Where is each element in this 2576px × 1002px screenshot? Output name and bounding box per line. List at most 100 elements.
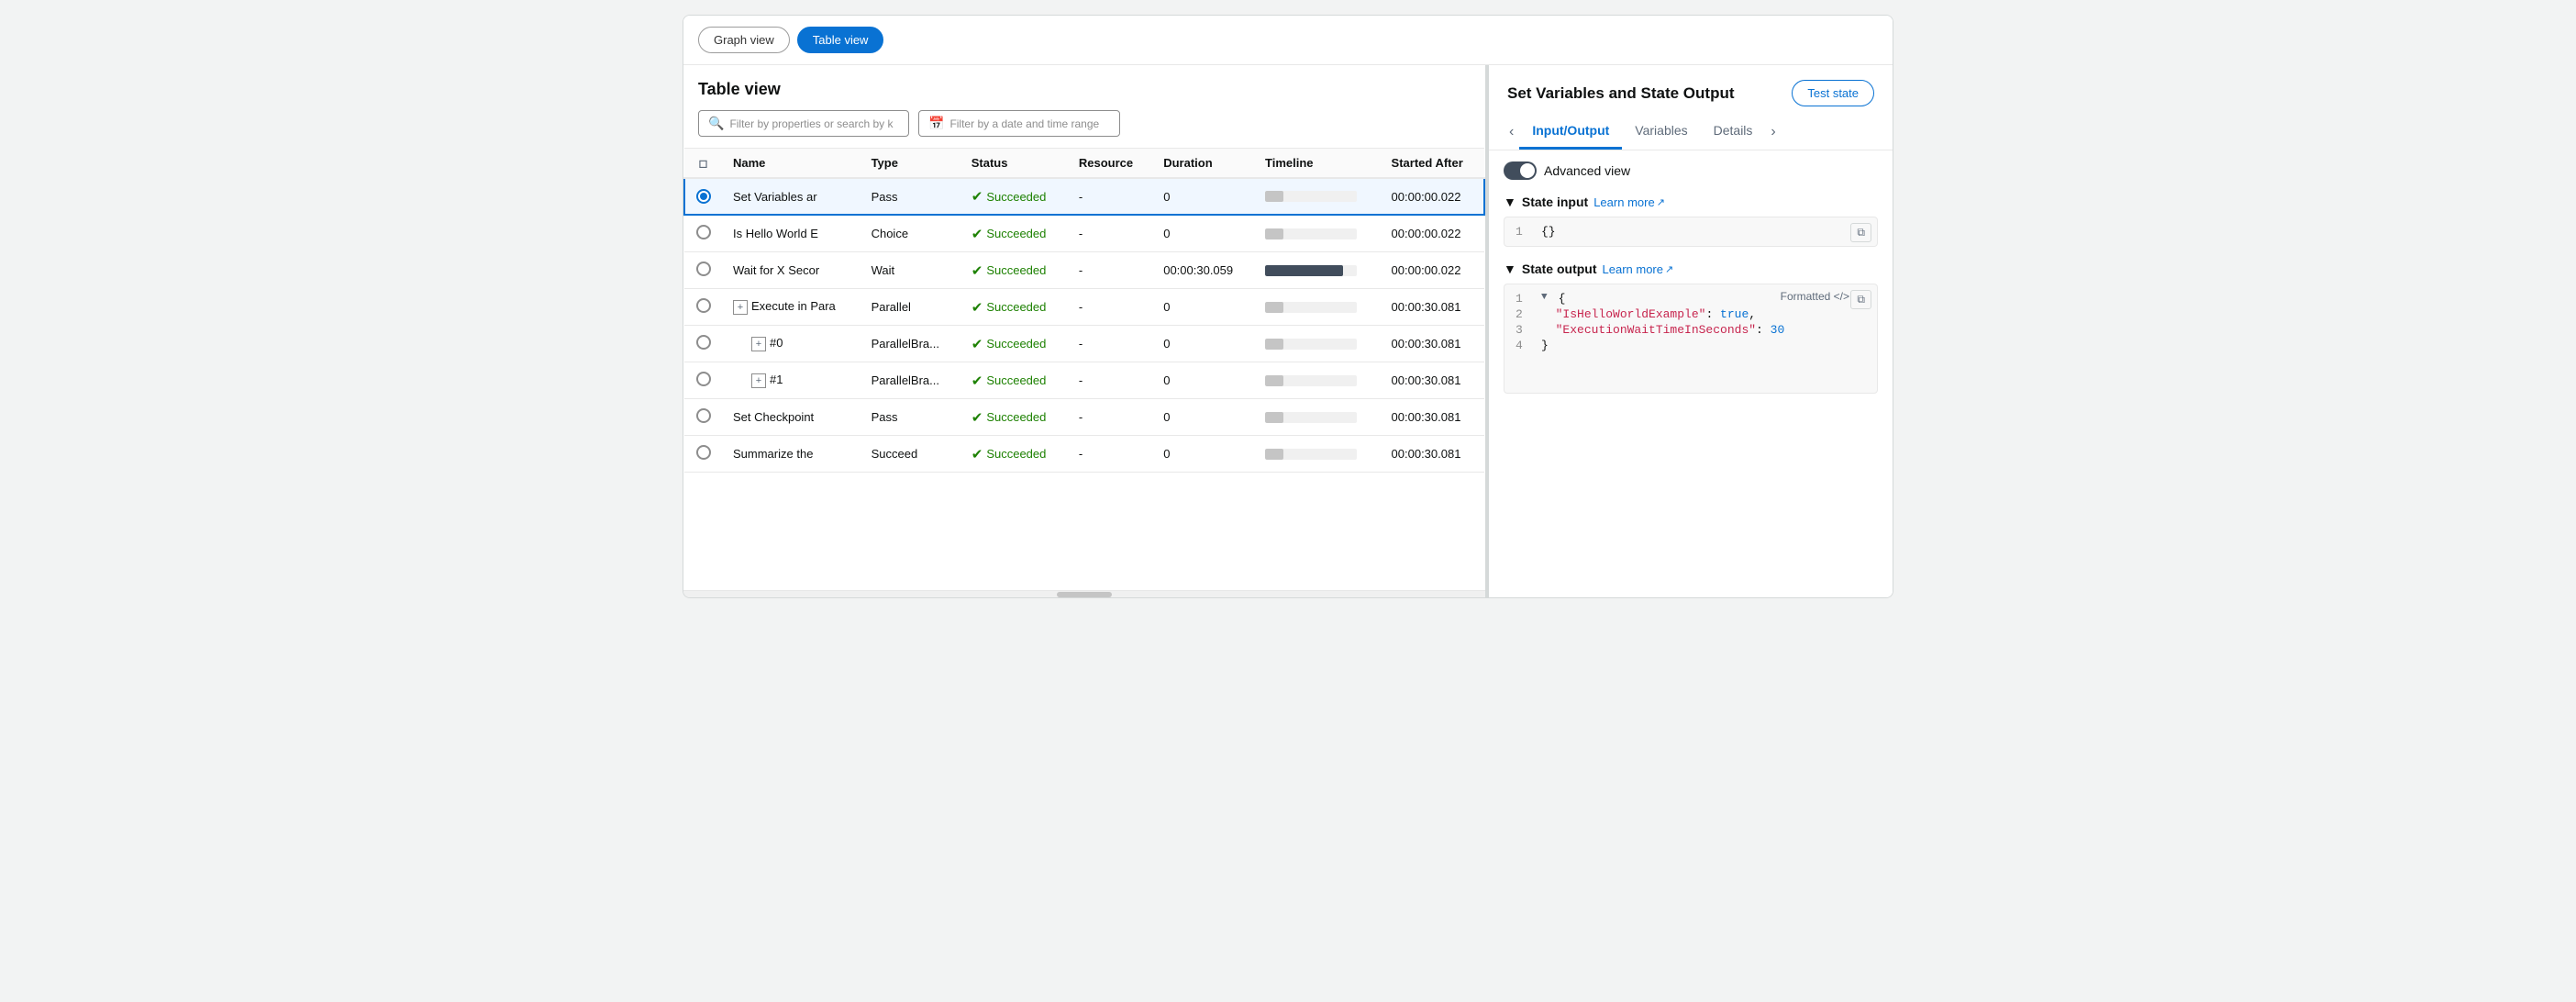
state-input-triangle: ▼ (1504, 195, 1516, 209)
col-duration[interactable]: Duration (1152, 149, 1254, 179)
expand-icon[interactable]: + (733, 300, 748, 315)
main-container: Graph view Table view Table view 🔍 Filte… (683, 15, 1893, 598)
row-duration: 0 (1152, 399, 1254, 436)
row-radio[interactable] (684, 178, 722, 215)
state-output-line-4: 4 } (1516, 339, 1866, 352)
row-type: Parallel (861, 289, 960, 326)
left-panel: Table view 🔍 Filter by properties or sea… (683, 65, 1487, 597)
row-radio[interactable] (684, 215, 722, 252)
row-radio[interactable] (684, 289, 722, 326)
state-output-triangle: ▼ (1504, 262, 1516, 276)
row-started-after: 00:00:30.081 (1381, 362, 1484, 399)
top-toolbar: Graph view Table view (683, 16, 1893, 65)
external-link-icon: ↗ (1657, 196, 1665, 208)
bottom-scrollbar[interactable] (683, 590, 1485, 597)
state-input-copy-button[interactable]: ⧉ (1850, 223, 1871, 242)
col-name[interactable]: Name (722, 149, 861, 179)
row-type: Pass (861, 178, 960, 215)
header-checkbox-icon: ◻ (699, 157, 708, 170)
col-resource[interactable]: Resource (1068, 149, 1152, 179)
row-radio[interactable] (684, 436, 722, 473)
row-status: ✔Succeeded (960, 362, 1068, 399)
data-table: ◻ Name Type Status Resource Duration Tim… (683, 148, 1485, 473)
table-view-button[interactable]: Table view (797, 27, 884, 53)
state-output-copy-button[interactable]: ⧉ (1850, 290, 1871, 309)
row-name: Summarize the (722, 436, 861, 473)
row-started-after: 00:00:00.022 (1381, 252, 1484, 289)
row-duration: 0 (1152, 326, 1254, 362)
row-resource: - (1068, 436, 1152, 473)
table-row[interactable]: +#1ParallelBra...✔Succeeded-000:00:30.08… (684, 362, 1484, 399)
table-row[interactable]: Summarize theSucceed✔Succeeded-0 00:00:30… (684, 436, 1484, 473)
search-filter[interactable]: 🔍 Filter by properties or search by k (698, 110, 909, 137)
row-duration: 0 (1152, 362, 1254, 399)
table-row[interactable]: +Execute in ParaParallel✔Succeeded-000:0… (684, 289, 1484, 326)
state-output-learn-more[interactable]: Learn more ↗ (1603, 262, 1674, 276)
row-status: ✔Succeeded (960, 215, 1068, 252)
advanced-view-row: Advanced view (1504, 161, 1878, 180)
table-row[interactable]: Is Hello World EChoice✔Succeeded-000:00:… (684, 215, 1484, 252)
row-resource: - (1068, 215, 1152, 252)
table-row[interactable]: Set Variables arPass✔Succeeded-000:00:00… (684, 178, 1484, 215)
advanced-view-toggle[interactable] (1504, 161, 1537, 180)
row-radio[interactable] (684, 399, 722, 436)
row-status: ✔Succeeded (960, 436, 1068, 473)
row-timeline (1254, 178, 1381, 215)
table-body: Set Variables arPass✔Succeeded-000:00:00… (684, 178, 1484, 473)
col-started-after[interactable]: Started After (1381, 149, 1484, 179)
state-output-code-block: 1 ▼ { 2 "IsHelloWorldExample": true, 3 "… (1504, 284, 1878, 394)
row-timeline (1254, 326, 1381, 362)
col-type[interactable]: Type (861, 149, 960, 179)
tab-next-button[interactable]: › (1765, 120, 1781, 144)
row-name: Wait for X Secor (722, 252, 861, 289)
formatted-button[interactable]: Formatted </> (1781, 290, 1849, 303)
tab-prev-button[interactable]: ‹ (1504, 120, 1519, 144)
search-icon: 🔍 (708, 116, 724, 131)
date-filter[interactable]: 📅 Filter by a date and time range (918, 110, 1120, 137)
row-started-after: 00:00:30.081 (1381, 436, 1484, 473)
row-timeline (1254, 215, 1381, 252)
row-name: +#0 (722, 326, 861, 362)
row-radio[interactable] (684, 362, 722, 399)
row-status: ✔Succeeded (960, 289, 1068, 326)
col-status[interactable]: Status (960, 149, 1068, 179)
state-input-code-block: 1 {} ⧉ (1504, 217, 1878, 247)
row-duration: 00:00:30.059 (1152, 252, 1254, 289)
row-timeline (1254, 436, 1381, 473)
row-started-after: 00:00:30.081 (1381, 326, 1484, 362)
graph-view-button[interactable]: Graph view (698, 27, 790, 53)
row-status: ✔Succeeded (960, 326, 1068, 362)
state-output-section-title: ▼ State output Learn more ↗ (1504, 262, 1878, 276)
expand-icon[interactable]: + (751, 373, 766, 388)
row-duration: 0 (1152, 215, 1254, 252)
right-panel-header: Set Variables and State Output Test stat… (1489, 65, 1893, 106)
row-started-after: 00:00:00.022 (1381, 215, 1484, 252)
tab-input-output[interactable]: Input/Output (1519, 114, 1622, 150)
state-input-content: {} (1541, 225, 1556, 239)
state-output-line-2: 2 "IsHelloWorldExample": true, (1516, 307, 1866, 321)
table-row[interactable]: Wait for X SecorWait✔Succeeded-00:00:30.… (684, 252, 1484, 289)
row-duration: 0 (1152, 436, 1254, 473)
table-row[interactable]: +#0ParallelBra...✔Succeeded-000:00:30.08… (684, 326, 1484, 362)
table-row[interactable]: Set CheckpointPass✔Succeeded-000:00:30.0… (684, 399, 1484, 436)
expand-icon[interactable]: + (751, 337, 766, 351)
row-resource: - (1068, 178, 1152, 215)
row-started-after: 00:00:30.081 (1381, 289, 1484, 326)
row-status: ✔Succeeded (960, 178, 1068, 215)
state-input-learn-more[interactable]: Learn more ↗ (1593, 195, 1665, 209)
row-radio[interactable] (684, 252, 722, 289)
right-panel-content: Advanced view ▼ State input Learn more ↗… (1489, 150, 1893, 597)
tab-details[interactable]: Details (1701, 114, 1766, 150)
test-state-button[interactable]: Test state (1792, 80, 1874, 106)
row-timeline (1254, 399, 1381, 436)
tab-variables[interactable]: Variables (1622, 114, 1700, 150)
panel-title: Table view (698, 80, 1471, 99)
row-resource: - (1068, 252, 1152, 289)
row-type: Wait (861, 252, 960, 289)
row-radio[interactable] (684, 326, 722, 362)
col-timeline[interactable]: Timeline (1254, 149, 1381, 179)
col-select: ◻ (684, 149, 722, 179)
row-timeline (1254, 362, 1381, 399)
row-type: Succeed (861, 436, 960, 473)
right-panel: Set Variables and State Output Test stat… (1489, 65, 1893, 597)
